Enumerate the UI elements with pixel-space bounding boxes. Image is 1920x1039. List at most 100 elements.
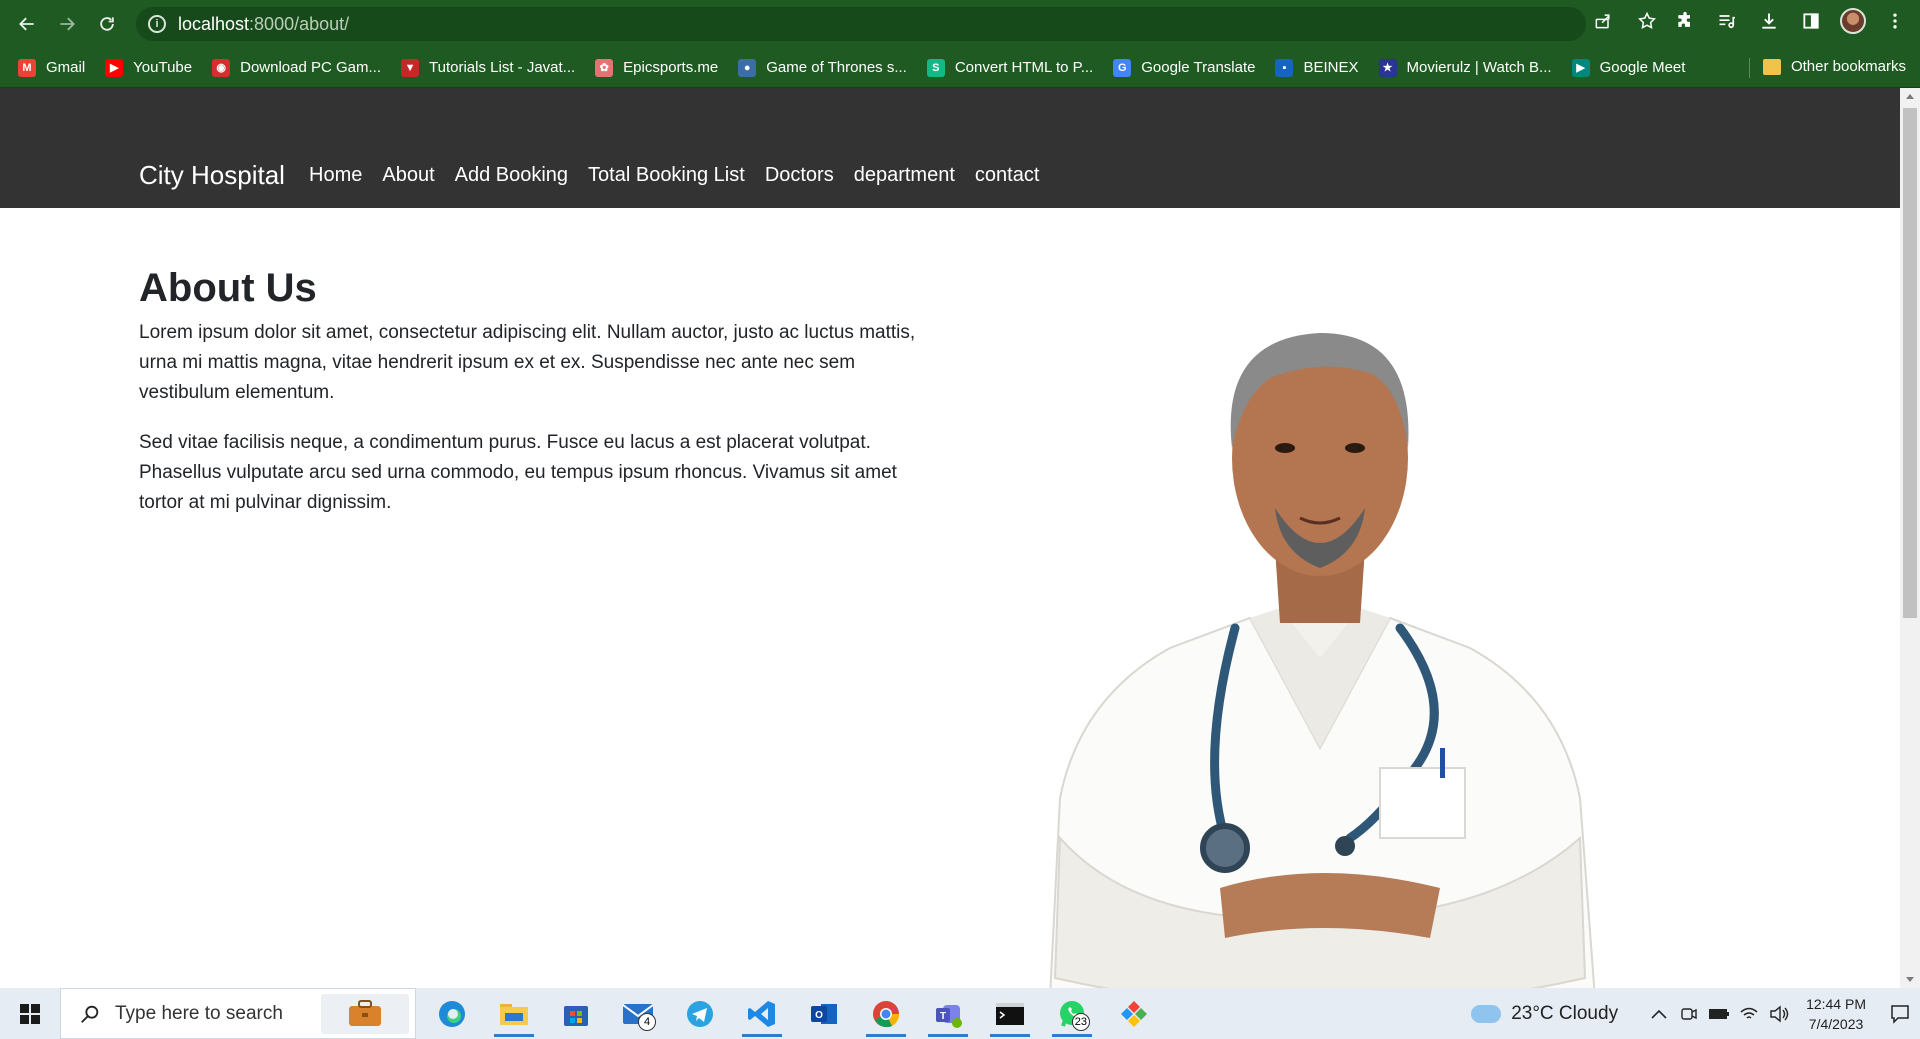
briefcase-icon[interactable] xyxy=(321,993,409,1034)
bookmark-label: Movierulz | Watch B... xyxy=(1406,59,1552,76)
git-app-icon[interactable] xyxy=(1108,988,1160,1039)
bookmark-item[interactable]: S Convert HTML to P... xyxy=(926,58,1094,77)
whatsapp-icon[interactable]: 23 xyxy=(1046,988,1098,1039)
media-queue-icon[interactable] xyxy=(1714,8,1740,34)
whatsapp-badge: 23 xyxy=(1071,1013,1090,1031)
nav-link-department[interactable]: department xyxy=(854,160,955,190)
nav-link-about[interactable]: About xyxy=(382,160,434,190)
about-paragraph-2: Sed vitae facilisis neque, a condimentum… xyxy=(139,432,897,513)
site-info-icon[interactable]: i xyxy=(148,15,166,33)
meet-now-icon[interactable] xyxy=(1676,1001,1702,1027)
profile-avatar[interactable] xyxy=(1840,8,1866,34)
bookmark-label: Google Translate xyxy=(1141,59,1256,76)
mail-badge: 4 xyxy=(638,1013,656,1031)
extensions-icon[interactable] xyxy=(1672,8,1698,34)
bookmark-item[interactable]: ✿ Epicsports.me xyxy=(595,58,719,77)
page-scrollbar[interactable] xyxy=(1900,88,1920,988)
bookmark-item[interactable]: ★ Movierulz | Watch B... xyxy=(1378,58,1552,77)
page-viewport: City Hospital Home About Add Booking Tot… xyxy=(0,88,1900,988)
other-bookmarks-label: Other bookmarks xyxy=(1790,58,1906,75)
reload-icon[interactable] xyxy=(92,9,122,39)
bookmark-label: Download PC Gam... xyxy=(240,59,382,76)
bookmark-item[interactable]: ● Game of Thrones s... xyxy=(738,58,907,77)
forward-arrow-icon[interactable] xyxy=(52,9,82,39)
bookmarks-separator xyxy=(1749,58,1750,78)
youtube-icon: ▶ xyxy=(105,58,124,77)
address-bar[interactable]: i localhost:8000/about/ xyxy=(136,7,1586,41)
other-bookmarks[interactable]: Other bookmarks xyxy=(1762,58,1906,75)
bookmark-label: Tutorials List - Javat... xyxy=(429,59,576,76)
telegram-icon[interactable] xyxy=(674,988,726,1039)
url-path: :8000/about/ xyxy=(249,13,350,34)
teams-icon[interactable]: T xyxy=(922,988,974,1039)
scroll-up-arrow-icon[interactable] xyxy=(1906,94,1914,99)
nav-link-total-booking-list[interactable]: Total Booking List xyxy=(588,160,745,190)
taskbar-clock[interactable]: 12:44 PM 7/4/2023 xyxy=(1806,994,1866,1034)
bookmark-item[interactable]: ▶ YouTube xyxy=(105,58,193,77)
taskbar-search-input[interactable]: Type here to search xyxy=(60,988,416,1039)
weather-widget[interactable]: 23°C Cloudy xyxy=(1471,1003,1618,1025)
bookmark-label: BEINEX xyxy=(1303,59,1359,76)
site-navbar: City Hospital Home About Add Booking Tot… xyxy=(0,88,1900,208)
battery-icon[interactable] xyxy=(1706,1001,1732,1027)
nav-link-add-booking[interactable]: Add Booking xyxy=(455,160,568,190)
file-explorer-icon[interactable] xyxy=(488,988,540,1039)
doctor-image xyxy=(1049,333,1596,988)
svg-text:O: O xyxy=(815,1010,823,1021)
weather-text: 23°C Cloudy xyxy=(1511,1002,1619,1024)
system-tray: 23°C Cloudy 12:44 PM 7/4/2023 xyxy=(1471,988,1920,1039)
bookmark-label: Google Meet xyxy=(1599,59,1686,76)
search-placeholder: Type here to search xyxy=(115,1002,283,1024)
terminal-icon[interactable] xyxy=(984,988,1036,1039)
mail-icon[interactable]: 4 xyxy=(612,988,664,1039)
globe-icon: ● xyxy=(738,58,757,77)
bookmark-label: Epicsports.me xyxy=(623,59,719,76)
chevron-up-icon[interactable] xyxy=(1646,1001,1672,1027)
nav-link-doctors[interactable]: Doctors xyxy=(765,160,834,190)
cloud-icon xyxy=(1471,1004,1502,1023)
scroll-down-arrow-icon[interactable] xyxy=(1906,977,1914,982)
about-paragraph-1: Lorem ipsum dolor sit amet, consectetur … xyxy=(139,322,916,403)
movierulz-icon: ★ xyxy=(1378,58,1397,77)
edge-browser-icon[interactable] xyxy=(426,988,478,1039)
nav-link-contact[interactable]: contact xyxy=(975,160,1039,190)
clock-date: 7/4/2023 xyxy=(1808,1015,1864,1032)
download-icon[interactable] xyxy=(1756,8,1782,34)
beinex-icon: ▪ xyxy=(1275,58,1294,77)
bookmark-item[interactable]: ◉ Download PC Gam... xyxy=(212,58,382,77)
bookmark-item[interactable]: M Gmail xyxy=(18,58,86,77)
page-title: About Us xyxy=(139,266,317,310)
bookmark-item[interactable]: ▼ Tutorials List - Javat... xyxy=(401,58,576,77)
outlook-icon[interactable]: O xyxy=(798,988,850,1039)
convert-icon: S xyxy=(926,58,945,77)
side-panel-icon[interactable] xyxy=(1798,8,1824,34)
bookmark-label: YouTube xyxy=(133,59,193,76)
back-arrow-icon[interactable] xyxy=(12,9,42,39)
notifications-icon[interactable] xyxy=(1880,988,1920,1039)
browser-toolbar: i localhost:8000/about/ xyxy=(0,0,1920,48)
microsoft-store-icon[interactable] xyxy=(550,988,602,1039)
speaker-icon[interactable] xyxy=(1766,1001,1792,1027)
scroll-thumb[interactable] xyxy=(1903,108,1917,618)
bookmark-star-icon[interactable] xyxy=(1634,8,1660,34)
vscode-icon[interactable] xyxy=(736,988,788,1039)
bookmark-item[interactable]: ▶ Google Meet xyxy=(1571,58,1686,77)
javatpoint-icon: ▼ xyxy=(401,58,420,77)
bookmark-item[interactable]: G Google Translate xyxy=(1113,58,1256,77)
bookmark-label: Convert HTML to P... xyxy=(954,59,1094,76)
svg-text:T: T xyxy=(940,1011,946,1022)
url-host: localhost xyxy=(178,13,250,34)
google-meet-icon: ▶ xyxy=(1571,58,1590,77)
kebab-menu-icon[interactable] xyxy=(1882,8,1908,34)
bookmark-label: Gmail xyxy=(46,59,86,76)
folder-icon xyxy=(1762,58,1781,75)
bookmark-item[interactable]: ▪ BEINEX xyxy=(1275,58,1359,77)
windows-start-icon[interactable] xyxy=(0,988,60,1039)
wifi-icon[interactable] xyxy=(1736,1001,1762,1027)
share-icon[interactable] xyxy=(1590,8,1616,34)
site-brand[interactable]: City Hospital xyxy=(139,158,285,192)
search-icon xyxy=(81,1005,99,1023)
chrome-icon[interactable] xyxy=(860,988,912,1039)
nav-link-home[interactable]: Home xyxy=(309,160,362,190)
google-translate-icon: G xyxy=(1113,58,1132,77)
